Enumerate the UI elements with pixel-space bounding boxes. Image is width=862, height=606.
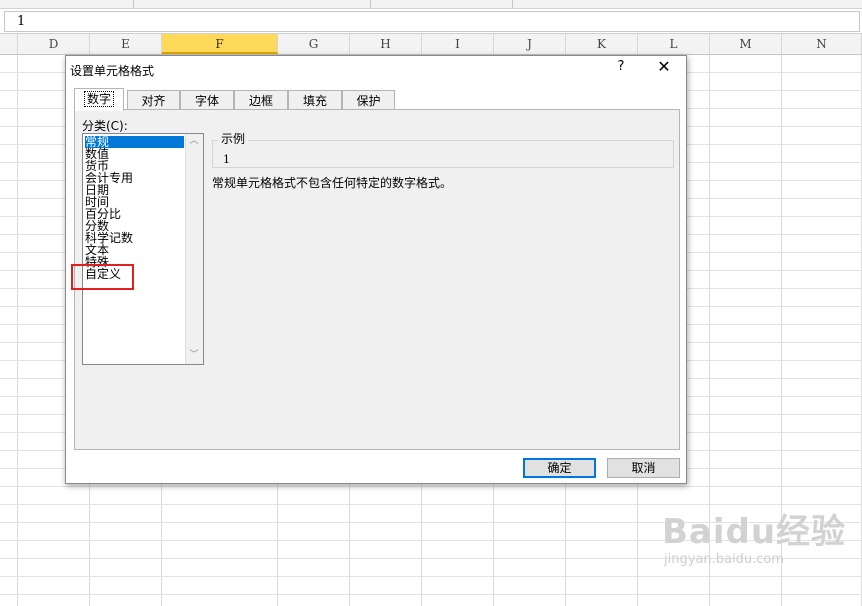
help-icon[interactable]: ? (614, 59, 628, 74)
sample-group (212, 140, 674, 168)
grid-hline (0, 504, 862, 505)
format-description: 常规单元格格式不包含任何特定的数字格式。 (212, 176, 453, 190)
tab-number[interactable]: 数字 (74, 88, 124, 111)
grid-vline (17, 55, 18, 606)
column-header-e[interactable]: E (90, 34, 162, 54)
ribbon-separator (133, 0, 134, 8)
number-tab-panel: 分类(C): 常规 数值 货币 会计专用 日期 时间 百分比 分数 科学记数 文… (71, 109, 680, 450)
column-header-g[interactable]: G (278, 34, 350, 54)
format-cells-dialog: 设置单元格格式 ? ✕ 数字 对齐 字体 边框 填充 保护 分类(C): 常规 … (65, 55, 687, 484)
listbox-scrollbar[interactable]: ︿ ﹀ (185, 134, 203, 364)
column-header-n[interactable]: N (782, 34, 862, 54)
grid-hline (0, 594, 862, 595)
tab-fill[interactable]: 填充 (288, 90, 342, 110)
column-header-m[interactable]: M (710, 34, 782, 54)
ok-button[interactable]: 确定 (523, 458, 596, 478)
sample-value: 1 (223, 153, 230, 166)
custom-highlight-box (71, 264, 134, 290)
column-header-k[interactable]: K (566, 34, 638, 54)
ribbon-separator (370, 0, 371, 8)
tab-font[interactable]: 字体 (180, 90, 234, 110)
tab-label: 数字 (83, 91, 114, 107)
column-header-d[interactable]: D (18, 34, 90, 54)
sample-label: 示例 (218, 133, 249, 146)
watermark-url: jingyan.baidu.com (664, 552, 784, 567)
scroll-down-icon[interactable]: ﹀ (189, 350, 199, 360)
dialog-title: 设置单元格格式 (70, 64, 155, 78)
grid-hline (0, 486, 862, 487)
column-header-f[interactable]: F (162, 34, 278, 54)
category-label: 分类(C): (82, 119, 128, 133)
scroll-up-icon[interactable]: ︿ (189, 136, 199, 146)
watermark-logo: Baidu经验 (662, 512, 847, 552)
formula-value: 1 (17, 14, 26, 29)
ribbon-strip (0, 0, 862, 9)
cancel-button[interactable]: 取消 (607, 458, 680, 478)
column-header-i[interactable]: I (422, 34, 494, 54)
grid-hline (0, 576, 862, 577)
ribbon-separator (512, 0, 513, 8)
column-header-row: DEFGHIJKLMN (0, 34, 862, 55)
baidu-watermark: Baidu经验 jingyan.baidu.com (662, 512, 846, 567)
close-icon[interactable]: ✕ (656, 58, 672, 76)
tab-border[interactable]: 边框 (234, 90, 288, 110)
column-header-j[interactable]: J (494, 34, 566, 54)
formula-input[interactable]: 1 (4, 11, 860, 32)
tab-alignment[interactable]: 对齐 (127, 90, 180, 110)
column-header-h[interactable]: H (350, 34, 422, 54)
tab-protection[interactable]: 保护 (342, 90, 395, 110)
category-listbox[interactable]: 常规 数值 货币 会计专用 日期 时间 百分比 分数 科学记数 文本 特殊 自定… (82, 133, 204, 365)
column-header-corner[interactable] (0, 34, 18, 54)
formula-bar: 1 (0, 9, 862, 34)
column-header-l[interactable]: L (638, 34, 710, 54)
